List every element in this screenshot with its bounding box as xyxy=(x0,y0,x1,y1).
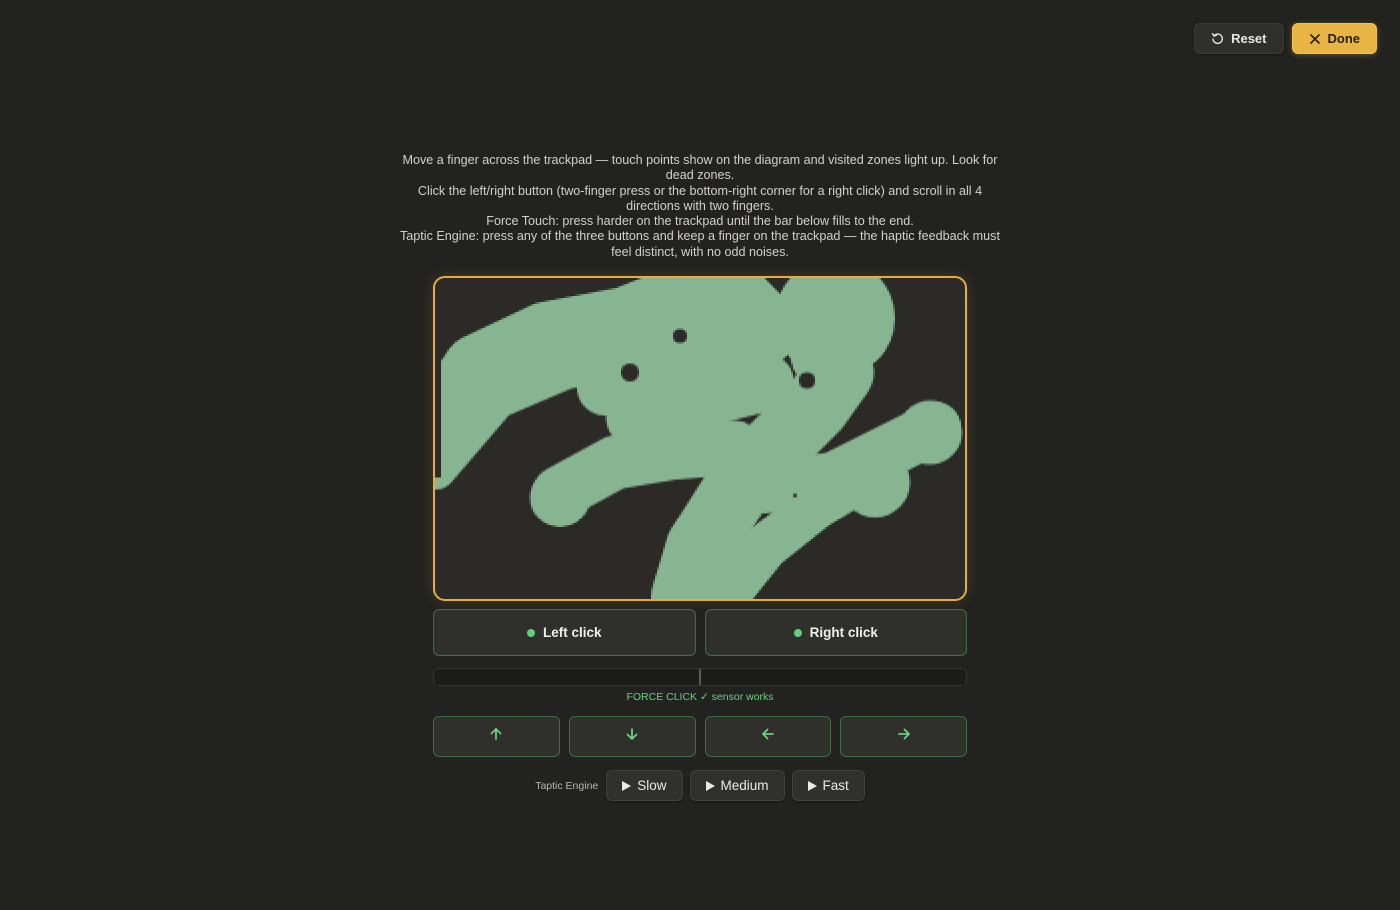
instructions: Move a finger across the trackpad — touc… xyxy=(400,153,1000,260)
instruction-taptic: Taptic Engine: press any of the three bu… xyxy=(400,229,1000,259)
left-click-label: Left click xyxy=(542,625,602,640)
scroll-left-indicator[interactable] xyxy=(704,716,832,757)
reset-label: Reset xyxy=(1231,31,1267,46)
taptic-medium-label: Medium xyxy=(720,778,769,793)
trackpad-test-screen: Reset Done Move a finger across the trac… xyxy=(0,0,1400,910)
play-icon xyxy=(622,780,632,791)
scroll-down-indicator[interactable] xyxy=(568,716,696,757)
force-touch-bar xyxy=(433,668,967,686)
play-icon xyxy=(705,780,715,791)
scroll-tests xyxy=(433,716,967,757)
scroll-up-indicator[interactable] xyxy=(433,716,560,757)
taptic-label: Taptic Engine xyxy=(535,779,599,792)
right-click-indicator[interactable]: Right click xyxy=(704,609,967,656)
taptic-slow-button[interactable]: Slow xyxy=(606,770,683,801)
force-status: FORCE CLICK ✓ sensor works xyxy=(626,691,774,703)
right-click-label: Right click xyxy=(809,625,878,640)
scroll-right-indicator[interactable] xyxy=(840,716,967,757)
taptic-engine-tests: Taptic Engine Slow Medium Fast xyxy=(0,770,1400,801)
arrow-up-icon xyxy=(489,727,503,746)
taptic-slow-label: Slow xyxy=(637,778,667,793)
status-dot xyxy=(793,628,802,637)
done-button[interactable]: Done xyxy=(1291,23,1377,54)
instruction-click-scroll: Click the left/right button (two-finger … xyxy=(417,183,983,213)
instruction-touch: Move a finger across the trackpad — touc… xyxy=(402,153,998,183)
play-icon xyxy=(807,780,817,791)
taptic-fast-button[interactable]: Fast xyxy=(791,770,865,801)
reset-icon xyxy=(1211,32,1224,45)
left-click-indicator[interactable]: Left click xyxy=(433,609,696,656)
trackpad-diagram[interactable] xyxy=(433,276,967,601)
taptic-fast-label: Fast xyxy=(822,778,849,793)
visited-zones-map xyxy=(435,278,965,599)
click-tests: Left click Right click xyxy=(433,609,967,656)
arrow-right-icon xyxy=(897,727,911,746)
arrow-down-icon xyxy=(625,727,639,746)
reset-button[interactable]: Reset xyxy=(1194,23,1284,54)
done-label: Done xyxy=(1327,31,1361,46)
taptic-medium-button[interactable]: Medium xyxy=(689,770,785,801)
instruction-force-touch: Force Touch: press harder on the trackpa… xyxy=(486,214,914,229)
force-threshold-marker xyxy=(699,669,701,685)
status-dot xyxy=(526,628,535,637)
close-icon xyxy=(1309,33,1321,45)
top-actions: Reset Done xyxy=(1194,23,1377,54)
arrow-left-icon xyxy=(761,727,775,746)
